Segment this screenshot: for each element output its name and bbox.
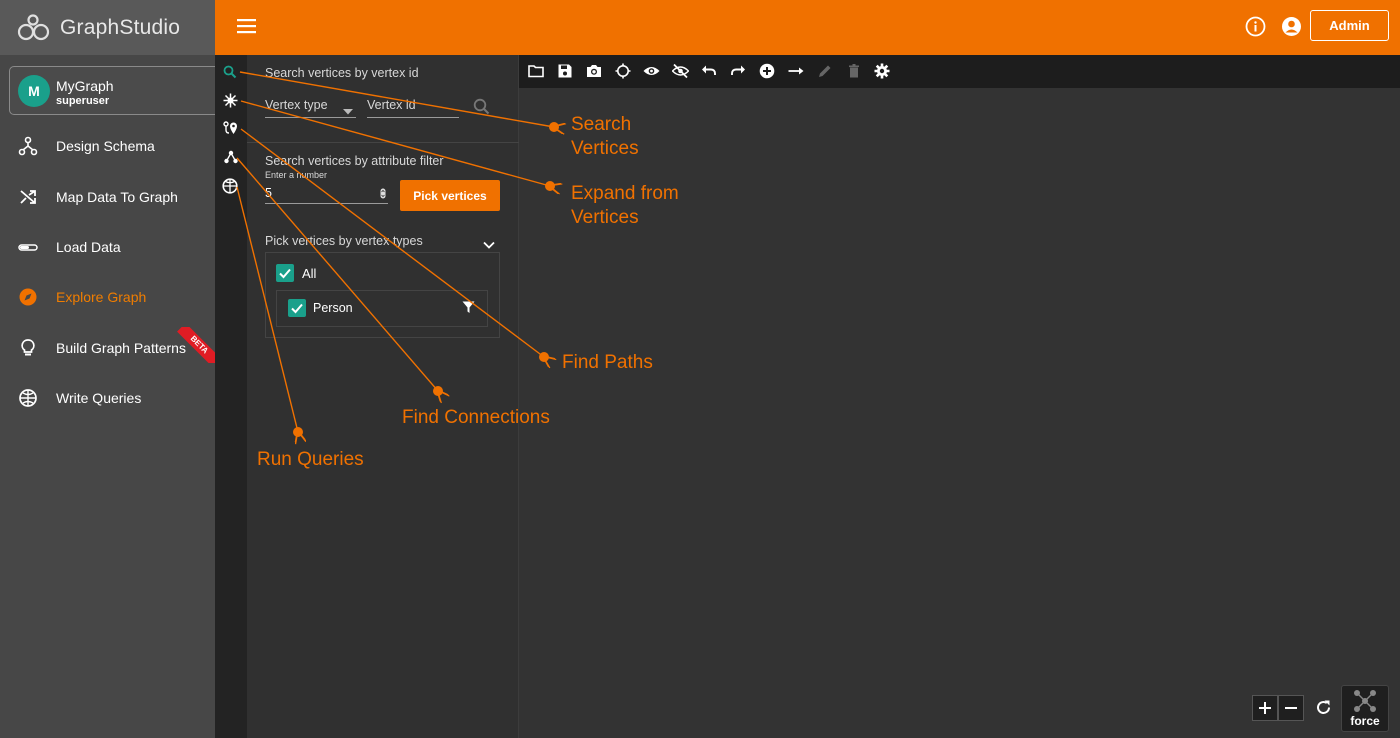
minus-icon [1285, 707, 1297, 709]
sidebar-item-write-queries[interactable]: Write Queries [0, 378, 215, 418]
attribute-filter-title: Search vertices by attribute filter [265, 154, 444, 168]
zoom-in-button[interactable] [1252, 695, 1278, 721]
menu-icon[interactable] [237, 18, 257, 39]
number-input[interactable]: 5 [265, 183, 388, 204]
edit-icon[interactable] [817, 63, 833, 79]
add-edge-icon[interactable] [788, 63, 804, 79]
sidebar-item-label: Design Schema [56, 138, 155, 154]
sidebar-item-load-data[interactable]: Load Data [0, 227, 215, 267]
explore-tool-rail [215, 55, 247, 738]
eye-off-icon[interactable] [671, 63, 690, 79]
admin-button[interactable]: Admin [1310, 10, 1389, 41]
force-layout-icon [1354, 690, 1376, 712]
vertex-type-select[interactable]: Vertex type [265, 96, 356, 118]
avatar: M [18, 75, 50, 107]
all-label: All [302, 266, 317, 281]
account-icon[interactable] [1281, 16, 1302, 42]
layout-button[interactable]: force [1341, 685, 1389, 732]
globe-query-icon [0, 388, 56, 408]
canvas-toolbar [519, 55, 1400, 88]
paths-icon[interactable] [223, 121, 239, 141]
sidebar: GraphStudio M MyGraph superuser Design S… [0, 0, 231, 738]
dropdown-arrow-icon [343, 102, 353, 120]
search-panel: Search vertices by vertex id Vertex type… [247, 55, 519, 738]
beta-label: BETA [177, 327, 216, 363]
shuffle-icon [0, 187, 56, 207]
compass-icon [0, 287, 56, 307]
locate-icon[interactable] [615, 63, 631, 79]
eye-icon[interactable] [643, 63, 660, 79]
all-checkbox[interactable] [276, 264, 294, 282]
refresh-icon[interactable] [1314, 698, 1333, 722]
zoom-out-button[interactable] [1278, 695, 1304, 721]
schema-icon [0, 136, 56, 156]
callout-line: Vertices [571, 207, 639, 228]
top-bar: Admin [215, 0, 1400, 55]
graph-name: MyGraph [56, 78, 114, 94]
run-queries-icon[interactable] [222, 178, 238, 199]
number-value: 5 [265, 186, 272, 200]
callout-run-queries: Run Queries [257, 449, 364, 470]
sidebar-item-label: Write Queries [56, 390, 142, 406]
search-icon[interactable] [223, 65, 237, 84]
sidebar-item-label: Load Data [56, 239, 121, 255]
graph-selector[interactable]: M MyGraph superuser [9, 66, 231, 115]
vertex-types-title: Pick vertices by vertex types [265, 234, 423, 248]
stepper-icon[interactable] [380, 186, 386, 204]
callout-expand-vertices: Expand from Vertices [571, 182, 679, 230]
vertex-type-placeholder: Vertex type [265, 98, 328, 112]
app-logo[interactable]: GraphStudio [0, 0, 215, 55]
layout-label: force [1350, 714, 1380, 728]
search-icon[interactable] [473, 98, 490, 120]
person-row [276, 290, 488, 327]
graphstudio-logo-icon [17, 13, 50, 40]
vertex-id-input[interactable]: Vertex id [367, 96, 459, 118]
delete-icon[interactable] [846, 63, 862, 79]
callout-line: Vertices [571, 138, 639, 159]
sidebar-item-label: Explore Graph [56, 289, 147, 305]
lightbulb-icon [0, 338, 56, 358]
vertex-id-placeholder: Vertex id [367, 98, 416, 112]
search-by-id-title: Search vertices by vertex id [265, 66, 419, 80]
sidebar-item-map-data[interactable]: Map Data To Graph [0, 177, 215, 217]
person-checkbox[interactable] [288, 299, 306, 317]
filter-icon[interactable] [462, 301, 475, 319]
sidebar-item-label: Map Data To Graph [56, 189, 178, 205]
sidebar-item-design-schema[interactable]: Design Schema [0, 126, 215, 166]
beta-ribbon: BETA [172, 327, 216, 363]
pick-vertices-button[interactable]: Pick vertices [400, 180, 500, 211]
divider [247, 142, 519, 143]
sidebar-item-explore-graph[interactable]: Explore Graph [0, 277, 215, 317]
settings-icon[interactable] [874, 63, 890, 79]
add-vertex-icon[interactable] [759, 63, 775, 79]
redo-icon[interactable] [730, 63, 746, 79]
callout-line: Expand from [571, 183, 679, 204]
graph-role: superuser [56, 95, 110, 107]
app-name: GraphStudio [60, 15, 181, 39]
info-icon[interactable] [1245, 16, 1266, 42]
save-icon[interactable] [557, 63, 573, 79]
callout-find-connections: Find Connections [402, 407, 550, 428]
sidebar-item-label: Build Graph Patterns [56, 340, 186, 356]
plus-icon [1259, 702, 1271, 714]
callout-find-paths: Find Paths [562, 352, 653, 373]
callout-line: Search [571, 114, 632, 135]
load-bar-icon [0, 237, 56, 257]
number-hint: Enter a number [265, 170, 328, 180]
expand-icon[interactable] [223, 93, 238, 113]
connections-icon[interactable] [224, 150, 238, 169]
undo-icon[interactable] [701, 63, 717, 79]
person-label: Person [313, 301, 353, 315]
folder-open-icon[interactable] [528, 63, 544, 79]
camera-icon[interactable] [586, 63, 602, 79]
callout-search-vertices: Search Vertices [571, 113, 639, 161]
